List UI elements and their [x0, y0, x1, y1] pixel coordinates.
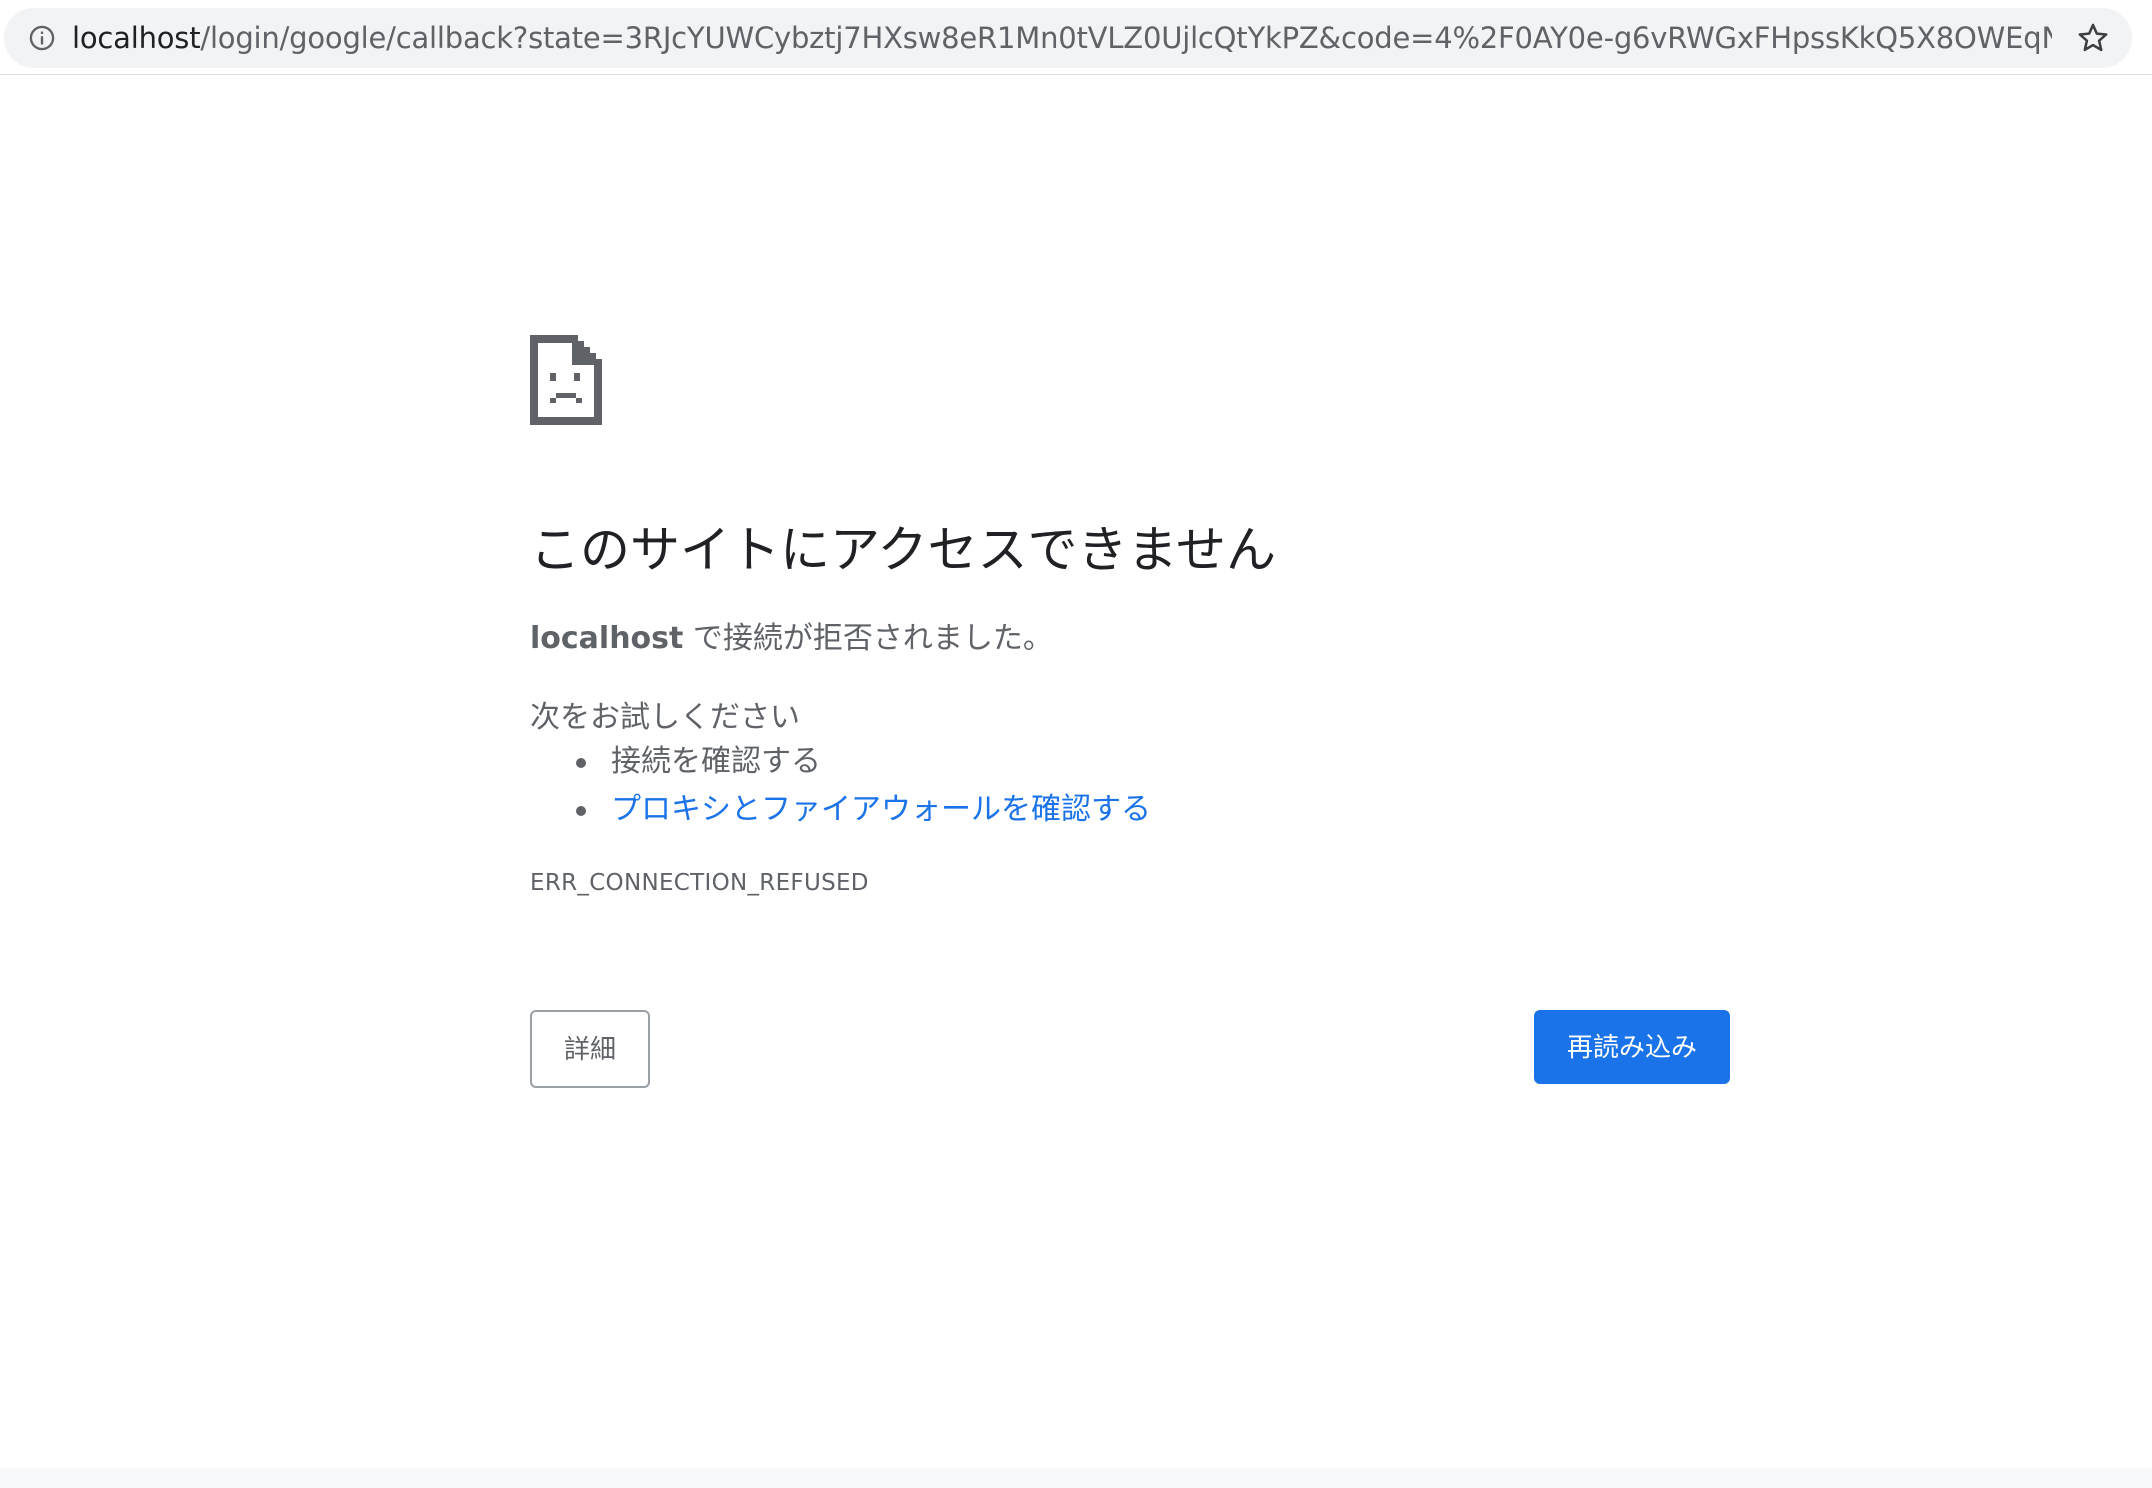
suggestions-heading: 次をお試しください — [530, 700, 800, 735]
url-path: /login/google/callback?state=3RJcYUWCybz… — [200, 21, 2052, 55]
url-text[interactable]: localhost/login/google/callback?state=3R… — [72, 8, 2052, 68]
error-code: ERR_CONNECTION_REFUSED — [530, 870, 869, 896]
suggestion-check-proxy-link[interactable]: プロキシとファイアウォールを確認する — [611, 792, 1151, 827]
sad-document-icon — [530, 335, 602, 425]
error-summary: localhost で接続が拒否されました。 — [530, 613, 1053, 657]
bullet-icon — [576, 806, 586, 816]
page-title: このサイトにアクセスできません — [530, 521, 1276, 579]
address-toolbar: localhost/login/google/callback?state=3R… — [0, 0, 2152, 75]
reload-button[interactable]: 再読み込み — [1534, 1010, 1730, 1084]
bullet-icon — [576, 758, 586, 768]
summary-host: localhost — [530, 621, 684, 656]
summary-text: で接続が拒否されました。 — [683, 621, 1053, 656]
url-host: localhost — [72, 21, 201, 55]
suggestion-check-connection: 接続を確認する — [611, 744, 821, 779]
list-item: 接続を確認する — [530, 738, 1151, 786]
omnibox[interactable]: localhost/login/google/callback?state=3R… — [4, 8, 2132, 68]
star-icon[interactable] — [2076, 21, 2110, 55]
details-button[interactable]: 詳細 — [530, 1010, 650, 1088]
list-item: プロキシとファイアウォールを確認する — [530, 786, 1151, 834]
bottom-edge — [0, 1468, 2152, 1488]
suggestions-list: 接続を確認する プロキシとファイアウォールを確認する — [530, 738, 1151, 834]
info-icon[interactable] — [28, 24, 56, 52]
